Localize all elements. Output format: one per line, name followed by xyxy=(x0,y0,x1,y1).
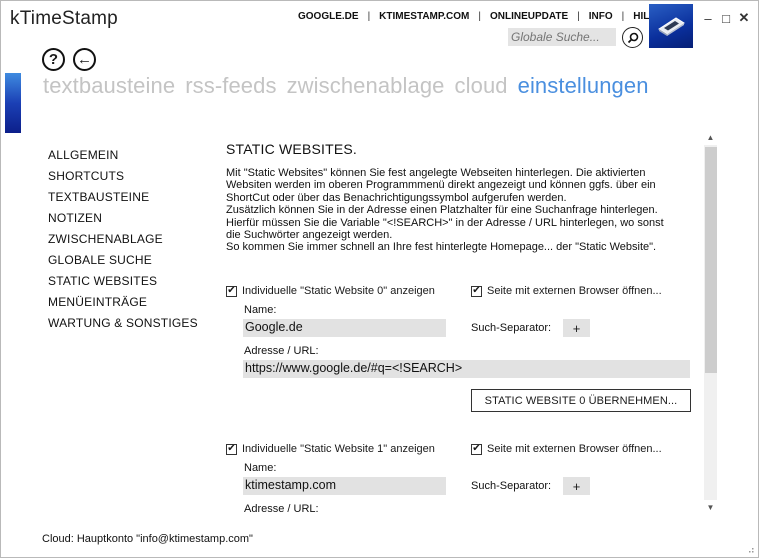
static-website-0: ✔ Individuelle "Static Website 0" anzeig… xyxy=(226,281,696,416)
show-website-1-checkbox[interactable]: ✔ xyxy=(226,443,237,455)
separator-1-field[interactable]: + xyxy=(563,477,590,495)
address-0-field[interactable]: https://www.google.de/#q=<!SEARCH> xyxy=(243,360,690,378)
top-links: GOOGLE.DE | KTIMESTAMP.COM | ONLINEUPDAT… xyxy=(298,11,662,22)
tab-cloud[interactable]: cloud xyxy=(455,73,508,99)
address-1-label: Adresse / URL: xyxy=(244,503,319,514)
link-separator: | xyxy=(621,11,625,22)
global-search-input[interactable] xyxy=(508,28,616,46)
content-scrollbar[interactable]: ▲ ▼ xyxy=(704,131,717,514)
timestamp-device-icon xyxy=(658,17,685,36)
app-logo-tile xyxy=(649,4,693,48)
separator-0-label: Such-Separator: xyxy=(471,322,552,334)
scroll-up-arrow-icon[interactable]: ▲ xyxy=(704,131,717,144)
help-button[interactable]: ? xyxy=(42,48,65,71)
app-window: kTimeStamp GOOGLE.DE | KTIMESTAMP.COM | … xyxy=(0,0,759,558)
show-website-1-label: Individuelle "Static Website 1" anzeigen xyxy=(242,443,435,455)
section-title: STATIC WEBSITES. xyxy=(226,141,358,157)
static-website-1: ✔ Individuelle "Static Website 1" anzeig… xyxy=(226,439,696,514)
search-button[interactable] xyxy=(622,27,643,48)
show-website-0-checkbox[interactable]: ✔ xyxy=(226,285,237,297)
external-browser-0-label: Seite mit externen Browser öffnen... xyxy=(487,285,662,297)
tab-zwischenablage[interactable]: zwischenablage xyxy=(287,73,445,99)
link-ktimestamp[interactable]: KTIMESTAMP.COM xyxy=(379,11,469,22)
back-button[interactable]: ← xyxy=(73,48,96,71)
link-info[interactable]: INFO xyxy=(589,11,613,22)
external-browser-1-checkbox[interactable]: ✔ xyxy=(471,443,482,455)
window-controls: – □ ✕ xyxy=(699,10,753,26)
back-arrow-icon: ← xyxy=(77,51,92,68)
link-separator: | xyxy=(478,11,481,22)
sidebar-item-textbausteine[interactable]: TEXTBAUSTEINE xyxy=(48,187,198,208)
close-button[interactable]: ✕ xyxy=(735,10,753,26)
sidebar-item-zwischenablage[interactable]: ZWISCHENABLAGE xyxy=(48,229,198,250)
maximize-button[interactable]: □ xyxy=(717,10,735,26)
resize-grip-icon[interactable] xyxy=(746,545,754,553)
sidebar-item-notizen[interactable]: NOTIZEN xyxy=(48,208,198,229)
name-0-field[interactable]: Google.de xyxy=(243,319,446,337)
separator-1-label: Such-Separator: xyxy=(471,480,552,492)
sidebar-item-globale-suche[interactable]: GLOBALE SUCHE xyxy=(48,250,198,271)
name-0-label: Name: xyxy=(244,304,277,316)
link-separator: | xyxy=(367,11,371,22)
accent-bar xyxy=(5,73,21,133)
sidebar-item-shortcuts[interactable]: SHORTCUTS xyxy=(48,166,198,187)
name-1-label: Name: xyxy=(244,462,277,474)
help-icon: ? xyxy=(48,51,59,68)
separator-0-field[interactable]: + xyxy=(563,319,590,337)
sidebar-item-static-websites[interactable]: STATIC WEBSITES xyxy=(48,271,198,292)
show-website-1-row[interactable]: ✔ Individuelle "Static Website 1" anzeig… xyxy=(226,443,435,455)
link-onlineupdate[interactable]: ONLINEUPDATE xyxy=(490,11,568,22)
external-browser-1-label: Seite mit externen Browser öffnen... xyxy=(487,443,662,455)
link-google[interactable]: GOOGLE.DE xyxy=(298,11,359,22)
tab-einstellungen[interactable]: einstellungen xyxy=(518,73,649,99)
external-browser-1-row[interactable]: ✔ Seite mit externen Browser öffnen... xyxy=(471,443,662,455)
link-separator: | xyxy=(577,11,580,22)
tab-textbausteine[interactable]: textbausteine xyxy=(43,73,175,99)
apply-website-0-button[interactable]: STATIC WEBSITE 0 ÜBERNEHMEN... xyxy=(471,389,691,412)
sidebar-item-wartung[interactable]: WARTUNG & SONSTIGES xyxy=(48,313,198,334)
scroll-down-arrow-icon[interactable]: ▼ xyxy=(704,501,717,514)
settings-content: STATIC WEBSITES. Mit "Static Websites" k… xyxy=(226,131,701,514)
section-description: Mit "Static Websites" können Sie fest an… xyxy=(226,167,664,254)
cloud-status: Cloud: Hauptkonto "info@ktimestamp.com" xyxy=(42,533,253,545)
sidebar-item-menueintraege[interactable]: MENÜEINTRÄGE xyxy=(48,292,198,313)
minimize-button[interactable]: – xyxy=(699,10,717,26)
address-0-label: Adresse / URL: xyxy=(244,345,319,357)
app-title: kTimeStamp xyxy=(10,8,118,29)
show-website-0-label: Individuelle "Static Website 0" anzeigen xyxy=(242,285,435,297)
external-browser-0-row[interactable]: ✔ Seite mit externen Browser öffnen... xyxy=(471,285,662,297)
main-nav-tabs: textbausteine rss-feeds zwischenablage c… xyxy=(43,73,649,99)
show-website-0-row[interactable]: ✔ Individuelle "Static Website 0" anzeig… xyxy=(226,285,435,297)
search-icon xyxy=(627,32,638,43)
scroll-thumb[interactable] xyxy=(705,147,717,373)
name-1-field[interactable]: ktimestamp.com xyxy=(243,477,446,495)
settings-sidebar: ALLGEMEIN SHORTCUTS TEXTBAUSTEINE NOTIZE… xyxy=(48,145,198,334)
external-browser-0-checkbox[interactable]: ✔ xyxy=(471,285,482,297)
tab-rss-feeds[interactable]: rss-feeds xyxy=(185,73,276,99)
sidebar-item-allgemein[interactable]: ALLGEMEIN xyxy=(48,145,198,166)
